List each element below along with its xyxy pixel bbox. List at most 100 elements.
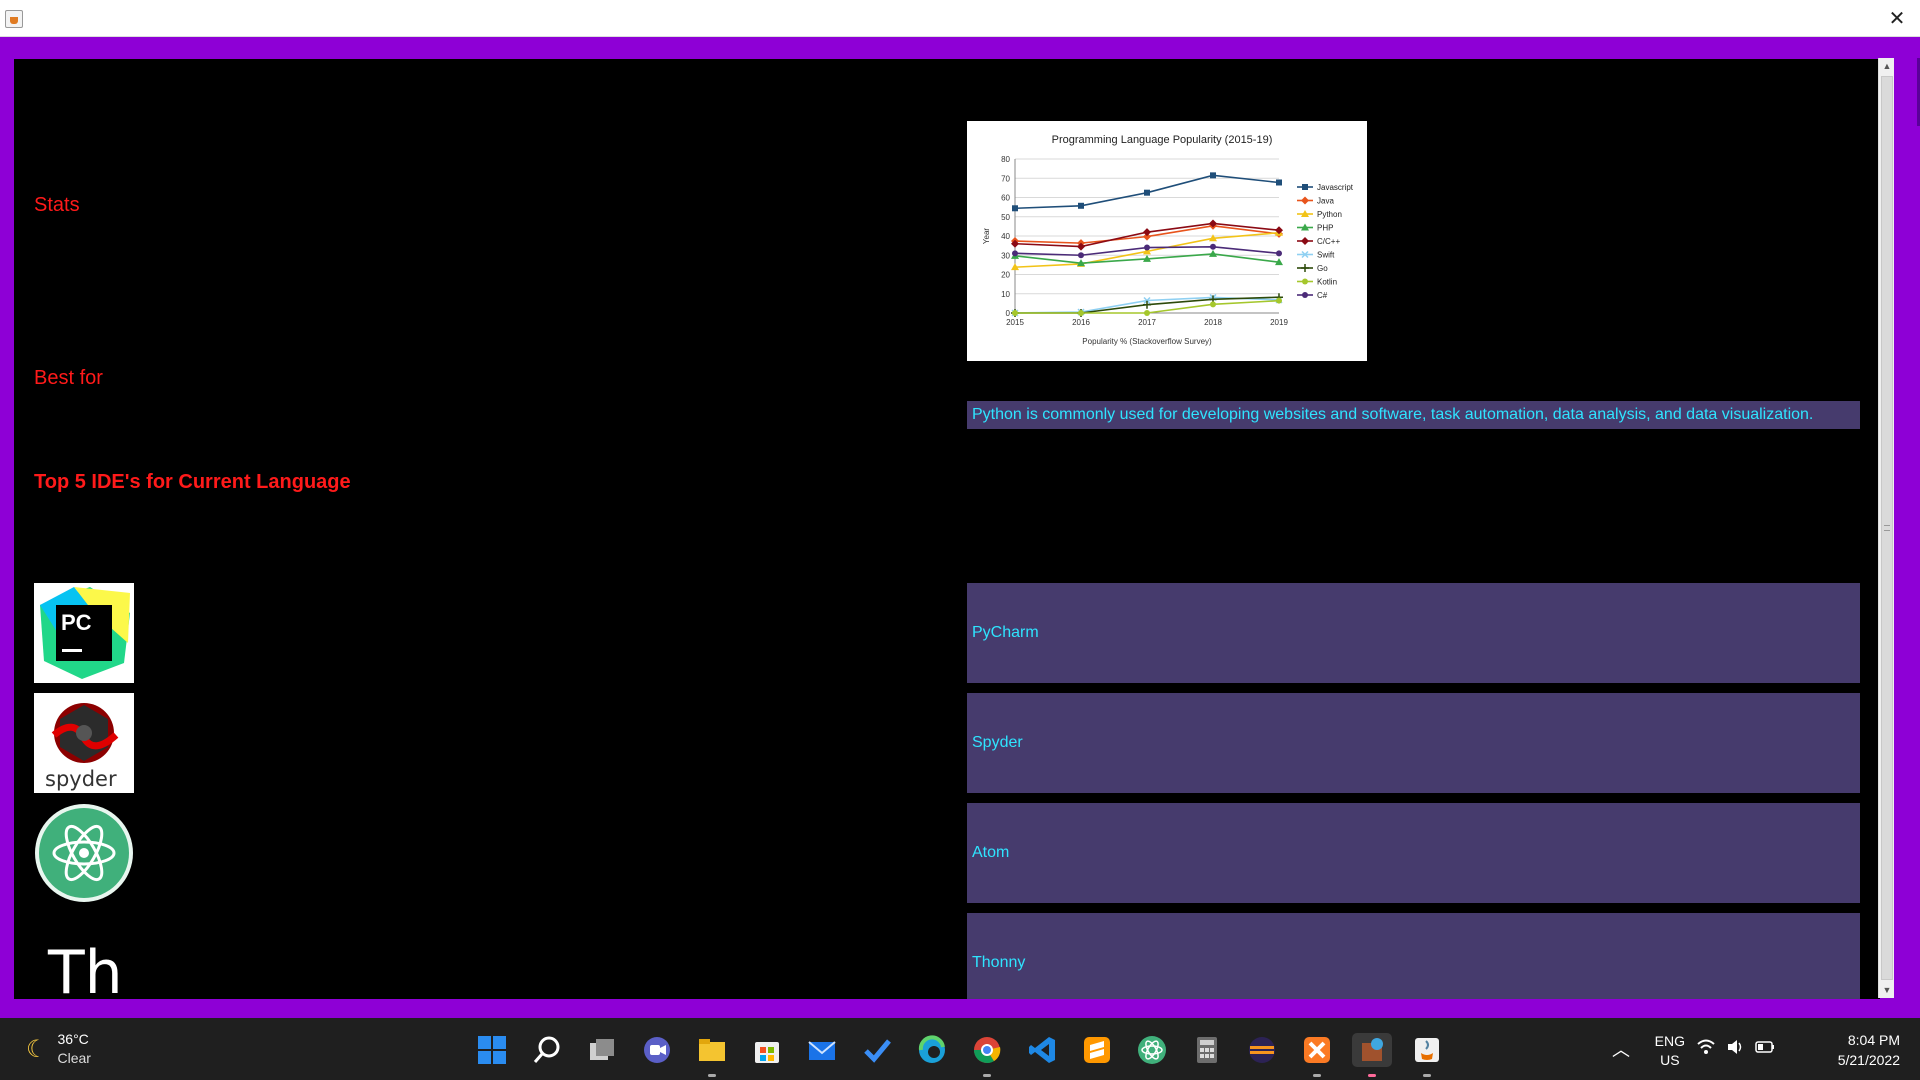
spyder-logo: spyder (34, 693, 134, 793)
chart-svg: Programming Language Popularity (2015-19… (982, 134, 1354, 346)
main-content: Stats Best for Top 5 IDE's for Current L… (14, 59, 1880, 999)
clock[interactable]: 8:04 PM 5/21/2022 (1838, 1030, 1900, 1070)
y-tick-label: 10 (1001, 290, 1010, 299)
wifi-icon (1697, 1039, 1715, 1054)
x-tick-label: 2017 (1138, 318, 1156, 327)
legend-marker (1301, 196, 1309, 205)
pycharm-logo-text: PC (61, 610, 92, 635)
lang-bottom: US (1660, 1052, 1680, 1068)
y-tick-label: 40 (1001, 232, 1010, 241)
chat-icon[interactable] (640, 1033, 674, 1067)
thonny-logo: Th (34, 913, 134, 999)
system-icons[interactable] (1697, 1038, 1775, 1056)
y-tick-label: 20 (1001, 271, 1010, 280)
ide-item-thonny[interactable]: Thonny (967, 913, 1860, 999)
weather-condition: Clear (57, 1050, 91, 1066)
vertical-scrollbar[interactable]: ▲ ▼ (1878, 58, 1894, 998)
data-point (1144, 244, 1150, 251)
data-point (1012, 250, 1018, 257)
data-point (1012, 205, 1018, 212)
scroll-up-arrow[interactable]: ▲ (1879, 58, 1895, 74)
legend-marker (1302, 292, 1308, 298)
x-tick-label: 2019 (1270, 318, 1288, 327)
x-tick-label: 2016 (1072, 318, 1090, 327)
start-icon[interactable] (475, 1033, 509, 1067)
chevron-up-icon[interactable]: ︿ (1612, 1036, 1630, 1062)
pycharm-logo: PC (34, 583, 134, 683)
legend-label: PHP (1317, 224, 1333, 233)
thonny-logo-text: Th (47, 938, 123, 999)
data-point (1210, 172, 1216, 179)
xampp-icon[interactable] (1300, 1033, 1334, 1077)
scroll-down-arrow[interactable]: ▼ (1879, 982, 1895, 998)
task-view-icon[interactable] (585, 1033, 619, 1067)
legend-label: Go (1317, 264, 1328, 273)
todo-icon[interactable] (860, 1033, 894, 1067)
legend-label: C/C++ (1317, 237, 1340, 246)
edge-icon[interactable] (915, 1033, 949, 1067)
mail-icon[interactable] (805, 1033, 839, 1067)
y-tick-label: 0 (1006, 309, 1011, 318)
ide-item-atom[interactable]: Atom (967, 803, 1860, 903)
language-indicator[interactable]: ENG US (1655, 1032, 1685, 1070)
legend-marker (1302, 278, 1308, 285)
chart-title: Programming Language Popularity (2015-19… (1052, 134, 1273, 146)
data-point (1276, 250, 1282, 257)
data-point (1078, 202, 1084, 209)
x-tick-label: 2015 (1006, 318, 1024, 327)
vscode-icon[interactable] (1025, 1033, 1059, 1067)
lang-top: ENG (1654, 1033, 1685, 1049)
data-point (1210, 243, 1216, 250)
weather-widget[interactable]: ☾ 36°C Clear (26, 1030, 91, 1068)
atom-app-icon[interactable] (1135, 1033, 1169, 1067)
ide-item-spyder[interactable]: Spyder (967, 693, 1860, 793)
search-icon[interactable] (530, 1033, 564, 1067)
close-button[interactable]: ✕ (1874, 0, 1920, 37)
top-ides-label: Top 5 IDE's for Current Language (34, 471, 351, 493)
system-tray: ︿ ENG US 8:04 PM 5/21/2022 (1520, 1018, 1920, 1080)
best-for-label: Best for (34, 367, 103, 389)
window-title-bar: ✕ (0, 0, 1920, 37)
legend-label: Java (1317, 197, 1334, 206)
data-point (1143, 300, 1151, 309)
scroll-thumb[interactable] (1881, 76, 1893, 980)
weather-temp: 36°C (57, 1031, 89, 1047)
file-explorer-icon[interactable] (695, 1033, 729, 1077)
java-icon[interactable] (1410, 1033, 1444, 1077)
java-app-icon (5, 10, 23, 28)
y-tick-label: 60 (1001, 194, 1010, 203)
chrome-icon[interactable] (970, 1033, 1004, 1077)
data-point (1144, 189, 1150, 196)
desktop-screen: ✕ Stats Best for Top 5 IDE's for Current… (0, 0, 1920, 1080)
data-point (1276, 297, 1282, 304)
y-tick-label: 80 (1001, 155, 1010, 164)
atom-logo (34, 803, 134, 903)
sublime-icon[interactable] (1080, 1033, 1114, 1067)
window-frame: Stats Best for Top 5 IDE's for Current L… (0, 37, 1920, 1018)
data-point (1078, 252, 1084, 259)
y-tick-label: 70 (1001, 174, 1010, 183)
battery-icon (1755, 1041, 1774, 1053)
x-axis-label: Popularity % (Stackoverflow Survey) (1082, 337, 1212, 346)
y-axis-label: Year (982, 228, 991, 245)
store-icon[interactable] (750, 1033, 784, 1067)
best-for-text: Python is commonly used for developing w… (967, 401, 1860, 429)
data-point (1144, 310, 1150, 316)
legend-marker (1301, 264, 1309, 272)
y-tick-label: 50 (1001, 213, 1010, 222)
legend-label: Kotlin (1317, 278, 1337, 287)
ide-item-pycharm[interactable]: PyCharm (967, 583, 1860, 683)
x-tick-label: 2018 (1204, 318, 1222, 327)
data-point (1276, 179, 1282, 186)
clock-date: 5/21/2022 (1837, 1052, 1900, 1068)
popularity-chart: Programming Language Popularity (2015-19… (967, 121, 1367, 361)
eclipse-icon[interactable] (1245, 1033, 1279, 1067)
volume-icon (1728, 1040, 1742, 1054)
legend-marker (1301, 237, 1309, 245)
running-app-icon[interactable] (1352, 1033, 1392, 1077)
data-point (1143, 228, 1151, 237)
data-point (1012, 310, 1018, 316)
calculator-icon[interactable] (1190, 1033, 1224, 1067)
clock-time: 8:04 PM (1847, 1032, 1900, 1048)
data-point (1210, 301, 1216, 308)
